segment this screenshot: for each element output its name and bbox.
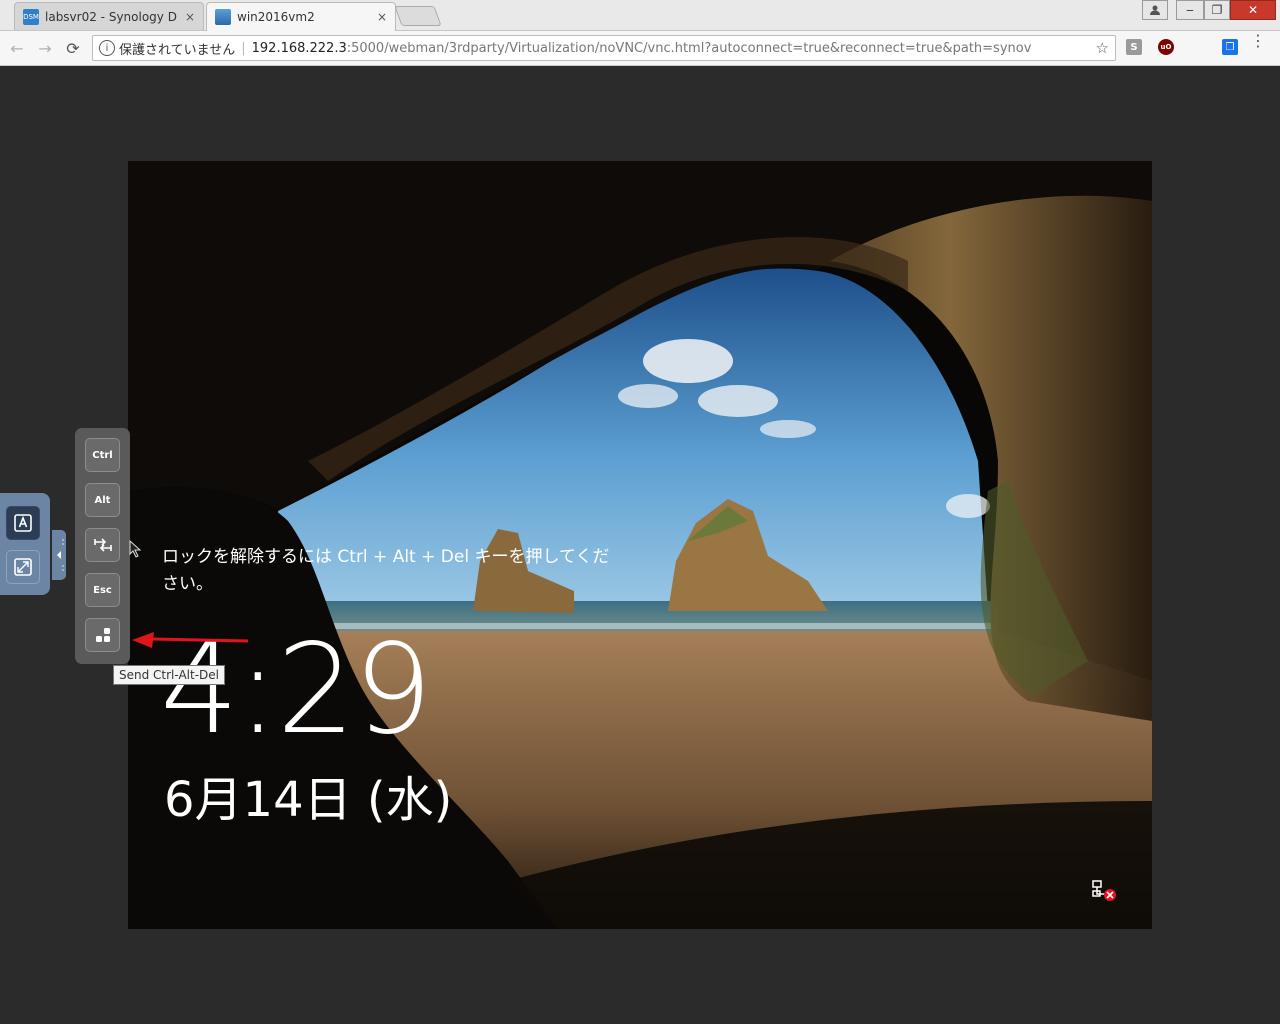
keyboard-toggle-button[interactable] — [6, 506, 40, 540]
esc-key-button[interactable]: Esc — [85, 573, 120, 607]
alt-key-button[interactable]: Alt — [85, 483, 120, 517]
extra-keys-panel: Ctrl Alt Esc — [75, 428, 130, 664]
window-close-button[interactable]: ✕ — [1230, 0, 1276, 20]
user-icon — [1150, 5, 1160, 15]
dsm-icon: DSM — [23, 8, 39, 25]
novnc-control-bar — [0, 493, 50, 595]
lock-screen-date: 6月14日 (水) — [164, 772, 453, 828]
send-ctrl-alt-del-button[interactable] — [85, 618, 120, 652]
back-button[interactable]: ← — [6, 37, 28, 59]
browser-menu-button[interactable]: ⋮ — [1250, 33, 1266, 49]
address-separator: | — [241, 40, 246, 56]
browser-tab-strip: DSM labsvr02 - Synology D × win2016vm2 ×… — [0, 0, 1280, 31]
extension-icon[interactable]: ❒ — [1222, 39, 1238, 55]
minimize-button[interactable]: ‒ — [1176, 0, 1204, 20]
ctrl-alt-del-icon — [95, 628, 110, 642]
reload-button[interactable]: ⟳ — [62, 37, 84, 59]
browser-toolbar: ← → ⟳ i 保護されていません | 192.168.222.3:5000/w… — [0, 31, 1280, 66]
url-path: :5000/webman/3rdparty/Virtualization/noV… — [346, 40, 1032, 56]
ctrl-alt-del-tooltip: Send Ctrl-Alt-Del — [113, 665, 225, 685]
s-extension-icon[interactable]: S — [1126, 39, 1142, 55]
tab-title: win2016vm2 — [237, 10, 315, 24]
user-profile-button[interactable] — [1142, 0, 1168, 20]
network-disconnected-icon[interactable] — [1092, 880, 1118, 902]
address-bar[interactable]: i 保護されていません | 192.168.222.3:5000/webman/… — [92, 35, 1116, 61]
forward-button[interactable]: → — [34, 37, 56, 59]
control-bar-handle[interactable] — [52, 530, 66, 580]
keyboard-icon — [14, 514, 32, 532]
tab-synology[interactable]: DSM labsvr02 - Synology D × — [14, 2, 204, 30]
bookmark-star-icon[interactable]: ☆ — [1096, 39, 1109, 57]
tab-key-button[interactable] — [85, 528, 120, 562]
close-tab-icon[interactable]: × — [377, 10, 387, 24]
info-icon[interactable]: i — [99, 40, 115, 56]
ublock-icon[interactable]: uO — [1158, 39, 1174, 55]
restore-button[interactable]: ❐ — [1204, 0, 1230, 20]
lock-screen-message: ロックを解除するには Ctrl + Alt + Del キーを押してください。 — [162, 547, 610, 594]
ctrl-key-button[interactable]: Ctrl — [85, 438, 120, 472]
tab-title: labsvr02 - Synology D — [45, 9, 177, 24]
close-tab-icon[interactable]: × — [185, 10, 195, 24]
vm-icon — [215, 9, 231, 25]
url-host: 192.168.222.3 — [251, 40, 347, 56]
handle-grip-icon — [57, 539, 64, 571]
security-label[interactable]: 保護されていません — [119, 39, 235, 58]
fullscreen-button[interactable] — [6, 550, 40, 584]
fullscreen-icon — [14, 558, 32, 576]
annotation-arrow — [132, 632, 249, 648]
new-tab-button[interactable] — [394, 6, 442, 26]
mouse-cursor-icon — [129, 540, 142, 558]
tab-key-icon — [93, 538, 112, 552]
tab-win2016vm2[interactable]: win2016vm2 × — [206, 2, 396, 31]
